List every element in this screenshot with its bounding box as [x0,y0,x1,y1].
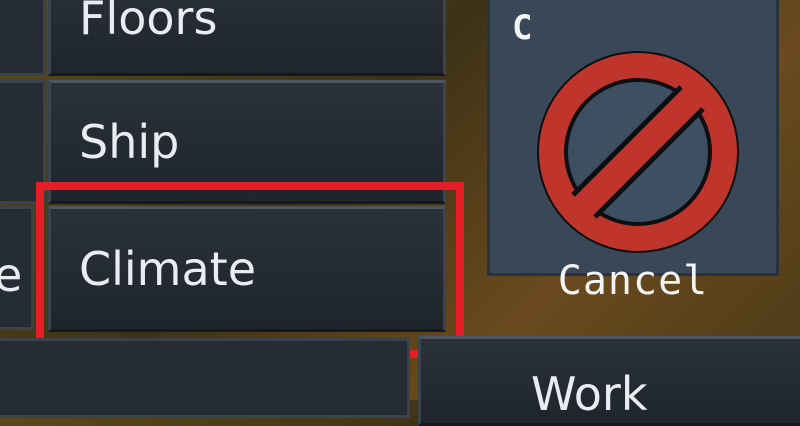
cancel-prohibited-icon [537,51,739,253]
cancel-button[interactable]: C [487,0,779,276]
left-partial-button-top[interactable] [0,0,46,76]
menu-button-ship-label: Ship [79,115,180,169]
menu-button-floors-label: Floors [79,0,218,45]
partial-button-label: e [0,248,23,302]
bottom-left-button[interactable] [0,338,410,418]
cancel-label: Cancel [557,258,709,304]
menu-button-floors[interactable]: Floors [48,0,446,76]
menu-button-work-label: Work [531,367,648,421]
selection-highlight [36,182,464,358]
menu-button-work[interactable]: Work [418,336,800,426]
